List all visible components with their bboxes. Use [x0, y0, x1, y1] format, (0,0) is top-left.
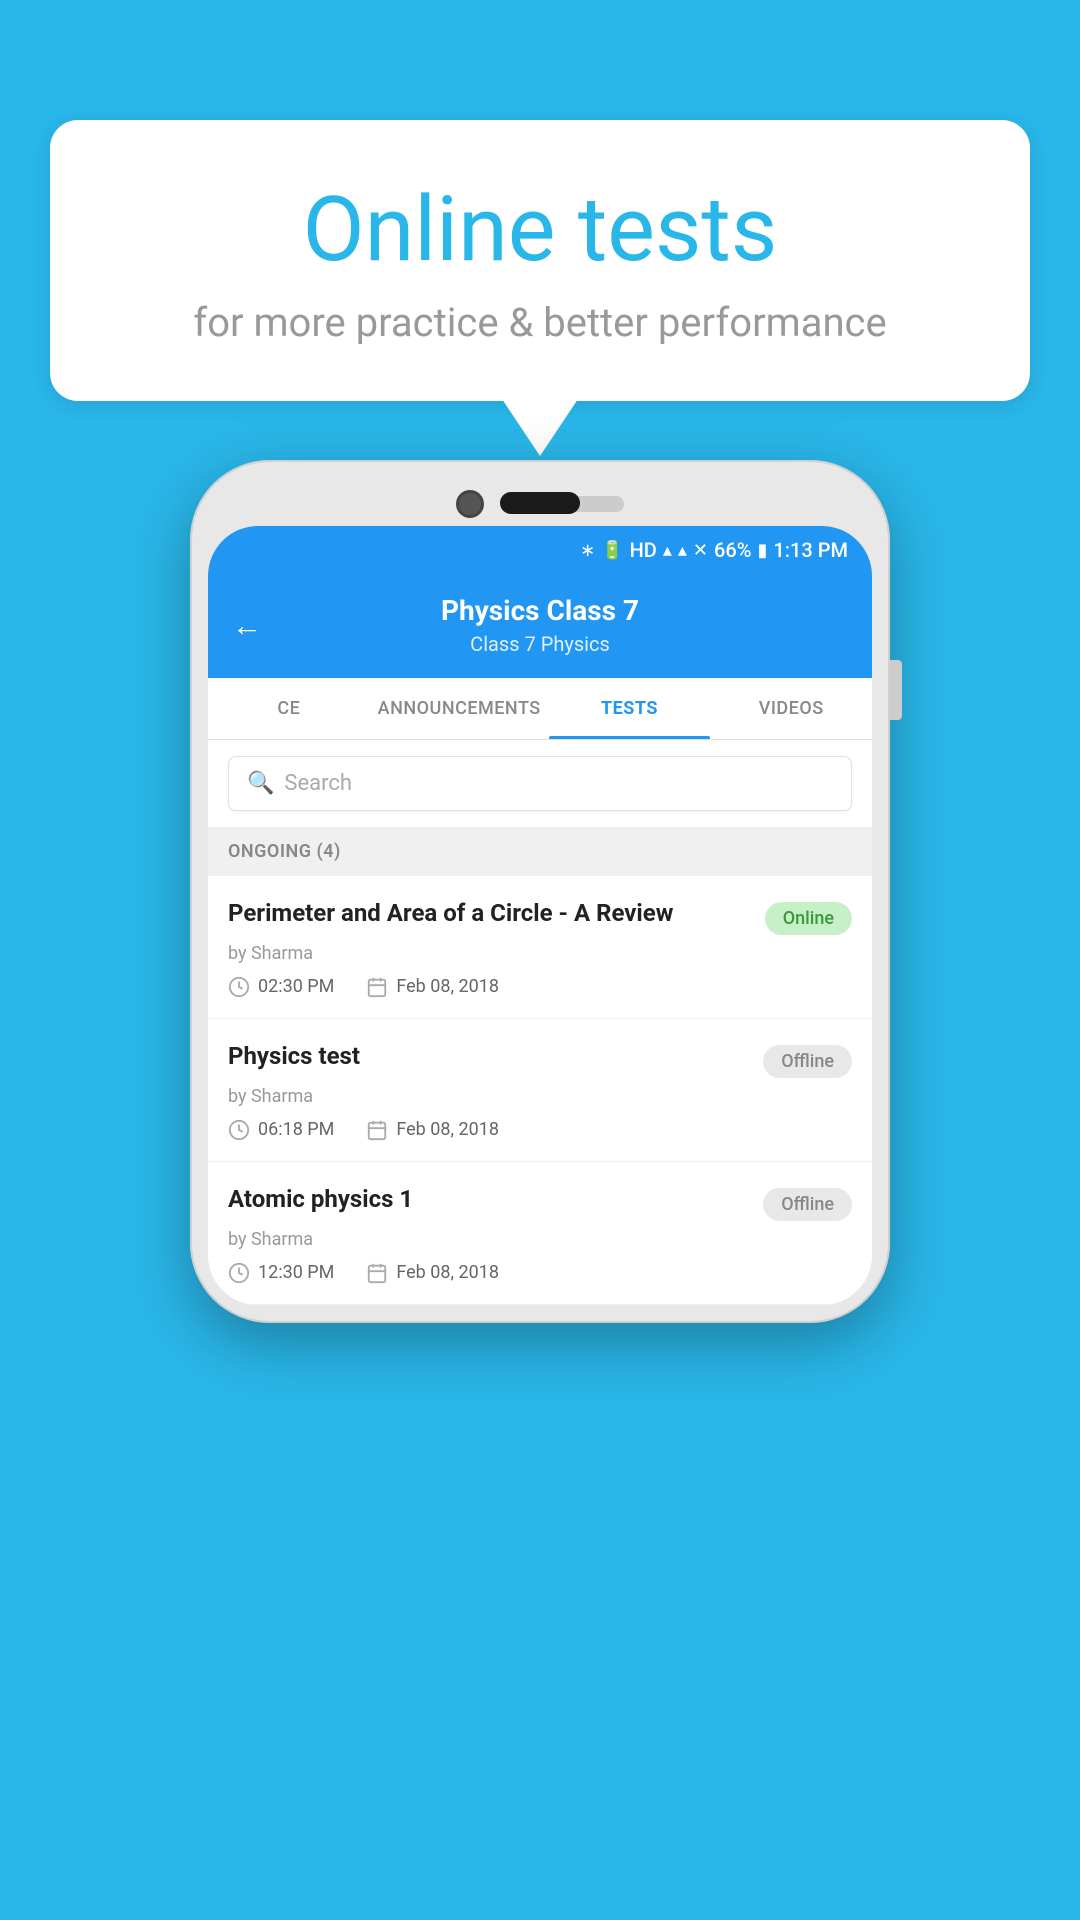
phone-wrapper: ∗ 🔋 HD ▴ ▴ ✕ 66% ▮ 1:13 PM ← Physics Cla…: [190, 460, 890, 1323]
search-input[interactable]: 🔍 Search: [228, 756, 852, 811]
test-badge-online: Online: [765, 902, 852, 935]
time-value: 12:30 PM: [258, 1262, 334, 1283]
bubble-title: Online tests: [110, 180, 970, 279]
time-value: 06:18 PM: [258, 1119, 334, 1140]
calendar-icon: [366, 1119, 388, 1141]
phone-camera: [456, 490, 484, 518]
tab-videos[interactable]: VIDEOS: [710, 678, 872, 739]
status-bar: ∗ 🔋 HD ▴ ▴ ✕ 66% ▮ 1:13 PM: [208, 526, 872, 574]
test-item[interactable]: Perimeter and Area of a Circle - A Revie…: [208, 876, 872, 1019]
tab-ce[interactable]: CE: [208, 678, 370, 739]
test-title: Physics test: [228, 1041, 747, 1072]
test-date: Feb 08, 2018: [366, 976, 499, 998]
test-title: Perimeter and Area of a Circle - A Revie…: [228, 898, 749, 929]
test-item[interactable]: Physics test Offline by Sharma 06:18 PM: [208, 1019, 872, 1162]
test-time: 06:18 PM: [228, 1119, 334, 1141]
tabs-bar: CE ANNOUNCEMENTS TESTS VIDEOS: [208, 678, 872, 740]
hd-badge: HD: [630, 538, 657, 562]
tab-tests[interactable]: TESTS: [549, 678, 711, 739]
battery-percent: 66%: [714, 538, 751, 562]
test-meta: 12:30 PM Feb 08, 2018: [228, 1262, 852, 1284]
calendar-icon: [366, 1262, 388, 1284]
test-item[interactable]: Atomic physics 1 Offline by Sharma 12:30…: [208, 1162, 872, 1305]
clock-icon: [228, 1119, 250, 1141]
tab-announcements[interactable]: ANNOUNCEMENTS: [370, 678, 549, 739]
clock-icon: [228, 1262, 250, 1284]
section-ongoing: ONGOING (4): [208, 827, 872, 876]
status-icons: ∗ 🔋 HD ▴ ▴ ✕ 66% ▮ 1:13 PM: [580, 538, 848, 562]
header-subtitle: Class 7 Physics: [232, 632, 848, 656]
vibrate-icon: 🔋: [601, 540, 623, 561]
bubble-subtitle: for more practice & better performance: [110, 299, 970, 346]
test-author: by Sharma: [228, 1086, 852, 1107]
test-author: by Sharma: [228, 1229, 852, 1250]
test-item-header: Perimeter and Area of a Circle - A Revie…: [228, 898, 852, 935]
test-badge-offline: Offline: [763, 1188, 852, 1221]
wifi-icon: ▴: [663, 540, 672, 561]
phone-outer: ∗ 🔋 HD ▴ ▴ ✕ 66% ▮ 1:13 PM ← Physics Cla…: [190, 460, 890, 1323]
back-button[interactable]: ←: [232, 608, 262, 643]
test-time: 12:30 PM: [228, 1262, 334, 1284]
date-value: Feb 08, 2018: [396, 1119, 499, 1140]
test-meta: 02:30 PM Feb 08, 2018: [228, 976, 852, 998]
date-value: Feb 08, 2018: [396, 1262, 499, 1283]
no-signal-icon: ✕: [693, 540, 708, 561]
search-placeholder-text: Search: [284, 771, 352, 796]
phone-home-button: [500, 492, 580, 514]
header-title: Physics Class 7: [232, 594, 848, 628]
time-value: 02:30 PM: [258, 976, 334, 997]
test-meta: 06:18 PM Feb 08, 2018: [228, 1119, 852, 1141]
speech-bubble: Online tests for more practice & better …: [50, 120, 1030, 401]
calendar-icon: [366, 976, 388, 998]
search-bar-container: 🔍 Search: [208, 740, 872, 827]
phone-screen: ∗ 🔋 HD ▴ ▴ ✕ 66% ▮ 1:13 PM ← Physics Cla…: [208, 526, 872, 1305]
bluetooth-icon: ∗: [580, 540, 595, 561]
signal-icon: ▴: [678, 540, 687, 561]
test-date: Feb 08, 2018: [366, 1119, 499, 1141]
test-title: Atomic physics 1: [228, 1184, 747, 1215]
test-item-header: Physics test Offline: [228, 1041, 852, 1078]
test-time: 02:30 PM: [228, 976, 334, 998]
time-display: 1:13 PM: [773, 538, 848, 562]
clock-icon: [228, 976, 250, 998]
search-icon: 🔍: [247, 771, 274, 796]
app-header: ← Physics Class 7 Class 7 Physics: [208, 574, 872, 678]
phone-top-bar: [208, 478, 872, 526]
date-value: Feb 08, 2018: [396, 976, 499, 997]
test-author: by Sharma: [228, 943, 852, 964]
test-item-header: Atomic physics 1 Offline: [228, 1184, 852, 1221]
test-date: Feb 08, 2018: [366, 1262, 499, 1284]
test-badge-offline: Offline: [763, 1045, 852, 1078]
battery-icon: ▮: [757, 540, 767, 561]
